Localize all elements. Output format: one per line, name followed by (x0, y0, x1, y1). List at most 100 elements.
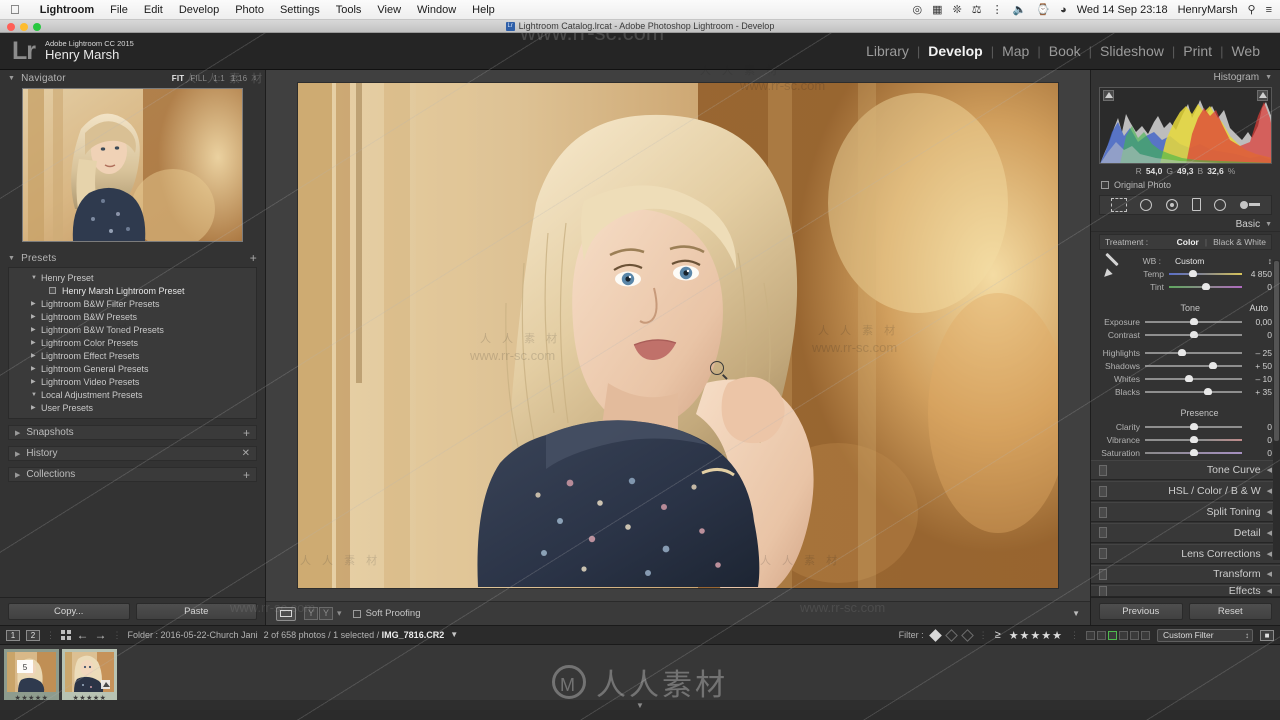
whites-value[interactable]: – 10 (1242, 374, 1272, 384)
contrast-slider-knob[interactable] (1190, 331, 1198, 338)
chevron-down-icon[interactable]: ▼ (8, 75, 15, 82)
panel-transform[interactable]: Transform ◀ (1091, 565, 1280, 585)
chevron-left-icon[interactable]: ◀ (1267, 529, 1272, 537)
panel-switch-icon[interactable] (1099, 527, 1107, 538)
chevron-right-icon[interactable]: ▶ (31, 352, 41, 359)
back-arrow-icon[interactable]: ← (77, 629, 89, 641)
saturation-slider-row[interactable]: Saturation 0 (1099, 446, 1272, 459)
filmstrip-collapse-handle[interactable]: ▼ (0, 700, 1280, 710)
plus-icon[interactable]: + (250, 252, 257, 264)
module-book[interactable]: Book (1041, 43, 1089, 59)
filmstrip-thumbnail-1[interactable]: ⋯ 5 ★★★★★ (4, 649, 59, 706)
copy-button[interactable]: Copy... (8, 603, 130, 620)
treatment-color-option[interactable]: Color (1177, 237, 1199, 247)
color-label-yellow[interactable] (1097, 631, 1106, 640)
white-balance-selector-icon[interactable] (1101, 254, 1123, 284)
panel-switch-icon[interactable] (1099, 586, 1107, 597)
volume-icon[interactable]: 🔈 (1013, 3, 1027, 16)
temp-slider-row[interactable]: Temp 4 850 (1123, 267, 1272, 280)
wb-stepper-icon[interactable]: ↕ (1268, 256, 1272, 266)
chevron-right-icon[interactable]: ▶ (15, 471, 20, 479)
record-icon[interactable]: ◎ (913, 3, 923, 16)
panel-hsl-color-bw[interactable]: HSL / Color / B & W ◀ (1091, 481, 1280, 501)
forward-arrow-icon[interactable]: → (95, 629, 107, 641)
zoom-1-1[interactable]: 1:1 (213, 74, 225, 83)
vibrance-slider-row[interactable]: Vibrance 0 (1099, 433, 1272, 446)
original-photo-toggle[interactable]: Original Photo (1091, 178, 1280, 192)
before-after-toggle[interactable]: Y Y ▾ (304, 607, 345, 620)
wb-value[interactable]: Custom (1175, 256, 1204, 266)
highlights-value[interactable]: – 25 (1242, 348, 1272, 358)
chevron-left-icon[interactable]: ◀ (1267, 570, 1272, 578)
panel-lens-corrections[interactable]: Lens Corrections ◀ (1091, 544, 1280, 564)
exposure-value[interactable]: 0,00 (1242, 317, 1272, 327)
highlights-slider-row[interactable]: Highlights – 25 (1099, 346, 1272, 359)
temp-value[interactable]: 4 850 (1242, 269, 1272, 279)
spot-removal-icon[interactable] (1140, 199, 1152, 211)
plus-icon[interactable]: + (243, 469, 250, 481)
rating-operator[interactable]: ≥ (995, 629, 1002, 641)
color-label-blue[interactable] (1119, 631, 1128, 640)
color-label-red[interactable] (1086, 631, 1095, 640)
timemachine-icon[interactable]: ⌚ (1036, 3, 1050, 16)
clarity-value[interactable]: 0 (1242, 422, 1272, 432)
contrast-value[interactable]: 0 (1242, 330, 1272, 340)
navigator-header[interactable]: ▼ Navigator FIT FILL 1:1 1:16 ↕ (0, 70, 265, 86)
wb-preset-row[interactable]: WB : Custom ↕ (1123, 254, 1272, 267)
temp-slider-track[interactable] (1169, 270, 1242, 277)
module-web[interactable]: Web (1223, 43, 1268, 59)
source-folder-label[interactable]: Folder : 2016-05-22-Church Jani (128, 630, 258, 640)
contrast-slider-track[interactable] (1145, 331, 1242, 338)
flag-pick-icon[interactable] (929, 629, 942, 642)
zoom-stepper-icon[interactable]: ↕ (253, 75, 257, 82)
menu-item-file[interactable]: File (102, 4, 136, 16)
preset-group-general[interactable]: ▶ Lightroom General Presets (9, 362, 256, 375)
menu-item-edit[interactable]: Edit (136, 4, 171, 16)
clarity-slider-knob[interactable] (1190, 423, 1198, 430)
histogram-graph[interactable] (1099, 87, 1272, 164)
preset-group-bw-filter[interactable]: ▶ Lightroom B&W Filter Presets (9, 297, 256, 310)
color-label-green[interactable] (1108, 631, 1117, 640)
chevron-down-icon[interactable]: ▼ (636, 701, 644, 710)
blacks-slider-knob[interactable] (1204, 388, 1212, 395)
preset-group-color[interactable]: ▶ Lightroom Color Presets (9, 336, 256, 349)
reset-button[interactable]: Reset (1189, 603, 1273, 620)
apple-logo-icon[interactable]:  (10, 3, 20, 16)
histogram-header[interactable]: Histogram ▼ (1091, 70, 1280, 86)
shadows-slider-knob[interactable] (1209, 362, 1217, 369)
module-map[interactable]: Map (994, 43, 1037, 59)
module-library[interactable]: Library (858, 43, 917, 59)
preset-group-bw[interactable]: ▶ Lightroom B&W Presets (9, 310, 256, 323)
whites-slider-track[interactable] (1145, 375, 1242, 382)
chevron-right-icon[interactable]: ▶ (31, 300, 41, 307)
highlights-slider-knob[interactable] (1178, 349, 1186, 356)
screen-1-button[interactable]: 1 (6, 630, 20, 641)
menu-bar-username[interactable]: HenryMarsh (1178, 4, 1238, 16)
whites-slider-knob[interactable] (1185, 375, 1193, 382)
screen-2-button[interactable]: 2 (26, 630, 40, 641)
shadows-slider-track[interactable] (1145, 362, 1242, 369)
chevron-right-icon[interactable]: ▶ (31, 404, 41, 411)
bluetooth-icon[interactable]: ⋮ (992, 3, 1003, 16)
red-eye-icon[interactable] (1166, 199, 1178, 211)
before-after-y2[interactable]: Y (319, 607, 333, 620)
blacks-slider-row[interactable]: Blacks + 35 (1099, 385, 1272, 398)
basic-panel-header[interactable]: Basic ▼ (1091, 218, 1280, 233)
minimize-window-button[interactable] (20, 23, 28, 31)
blacks-slider-track[interactable] (1145, 388, 1242, 395)
filmstrip-thumbnail-2[interactable]: ★★★★★ (62, 649, 117, 706)
tint-slider-knob[interactable] (1202, 283, 1210, 290)
identity-plate[interactable]: Adobe Lightroom CC 2015 Henry Marsh (45, 40, 134, 63)
soft-proofing-checkbox[interactable] (353, 610, 361, 618)
filter-switch-icon[interactable]: ■ (1260, 630, 1274, 641)
loupe-view-icon[interactable] (276, 607, 296, 621)
chevron-right-icon[interactable]: ▶ (15, 429, 20, 437)
chevron-left-icon[interactable]: ◀ (1267, 550, 1272, 558)
custom-filter-select[interactable]: Custom Filter (1157, 629, 1253, 642)
panel-switch-icon[interactable] (1099, 548, 1107, 559)
menu-item-develop[interactable]: Develop (171, 4, 227, 16)
chevron-down-icon[interactable]: ▼ (1265, 221, 1272, 228)
chevron-down-icon[interactable]: ▼ (1072, 609, 1080, 618)
temp-slider-knob[interactable] (1189, 270, 1197, 277)
saturation-slider-knob[interactable] (1190, 449, 1198, 456)
